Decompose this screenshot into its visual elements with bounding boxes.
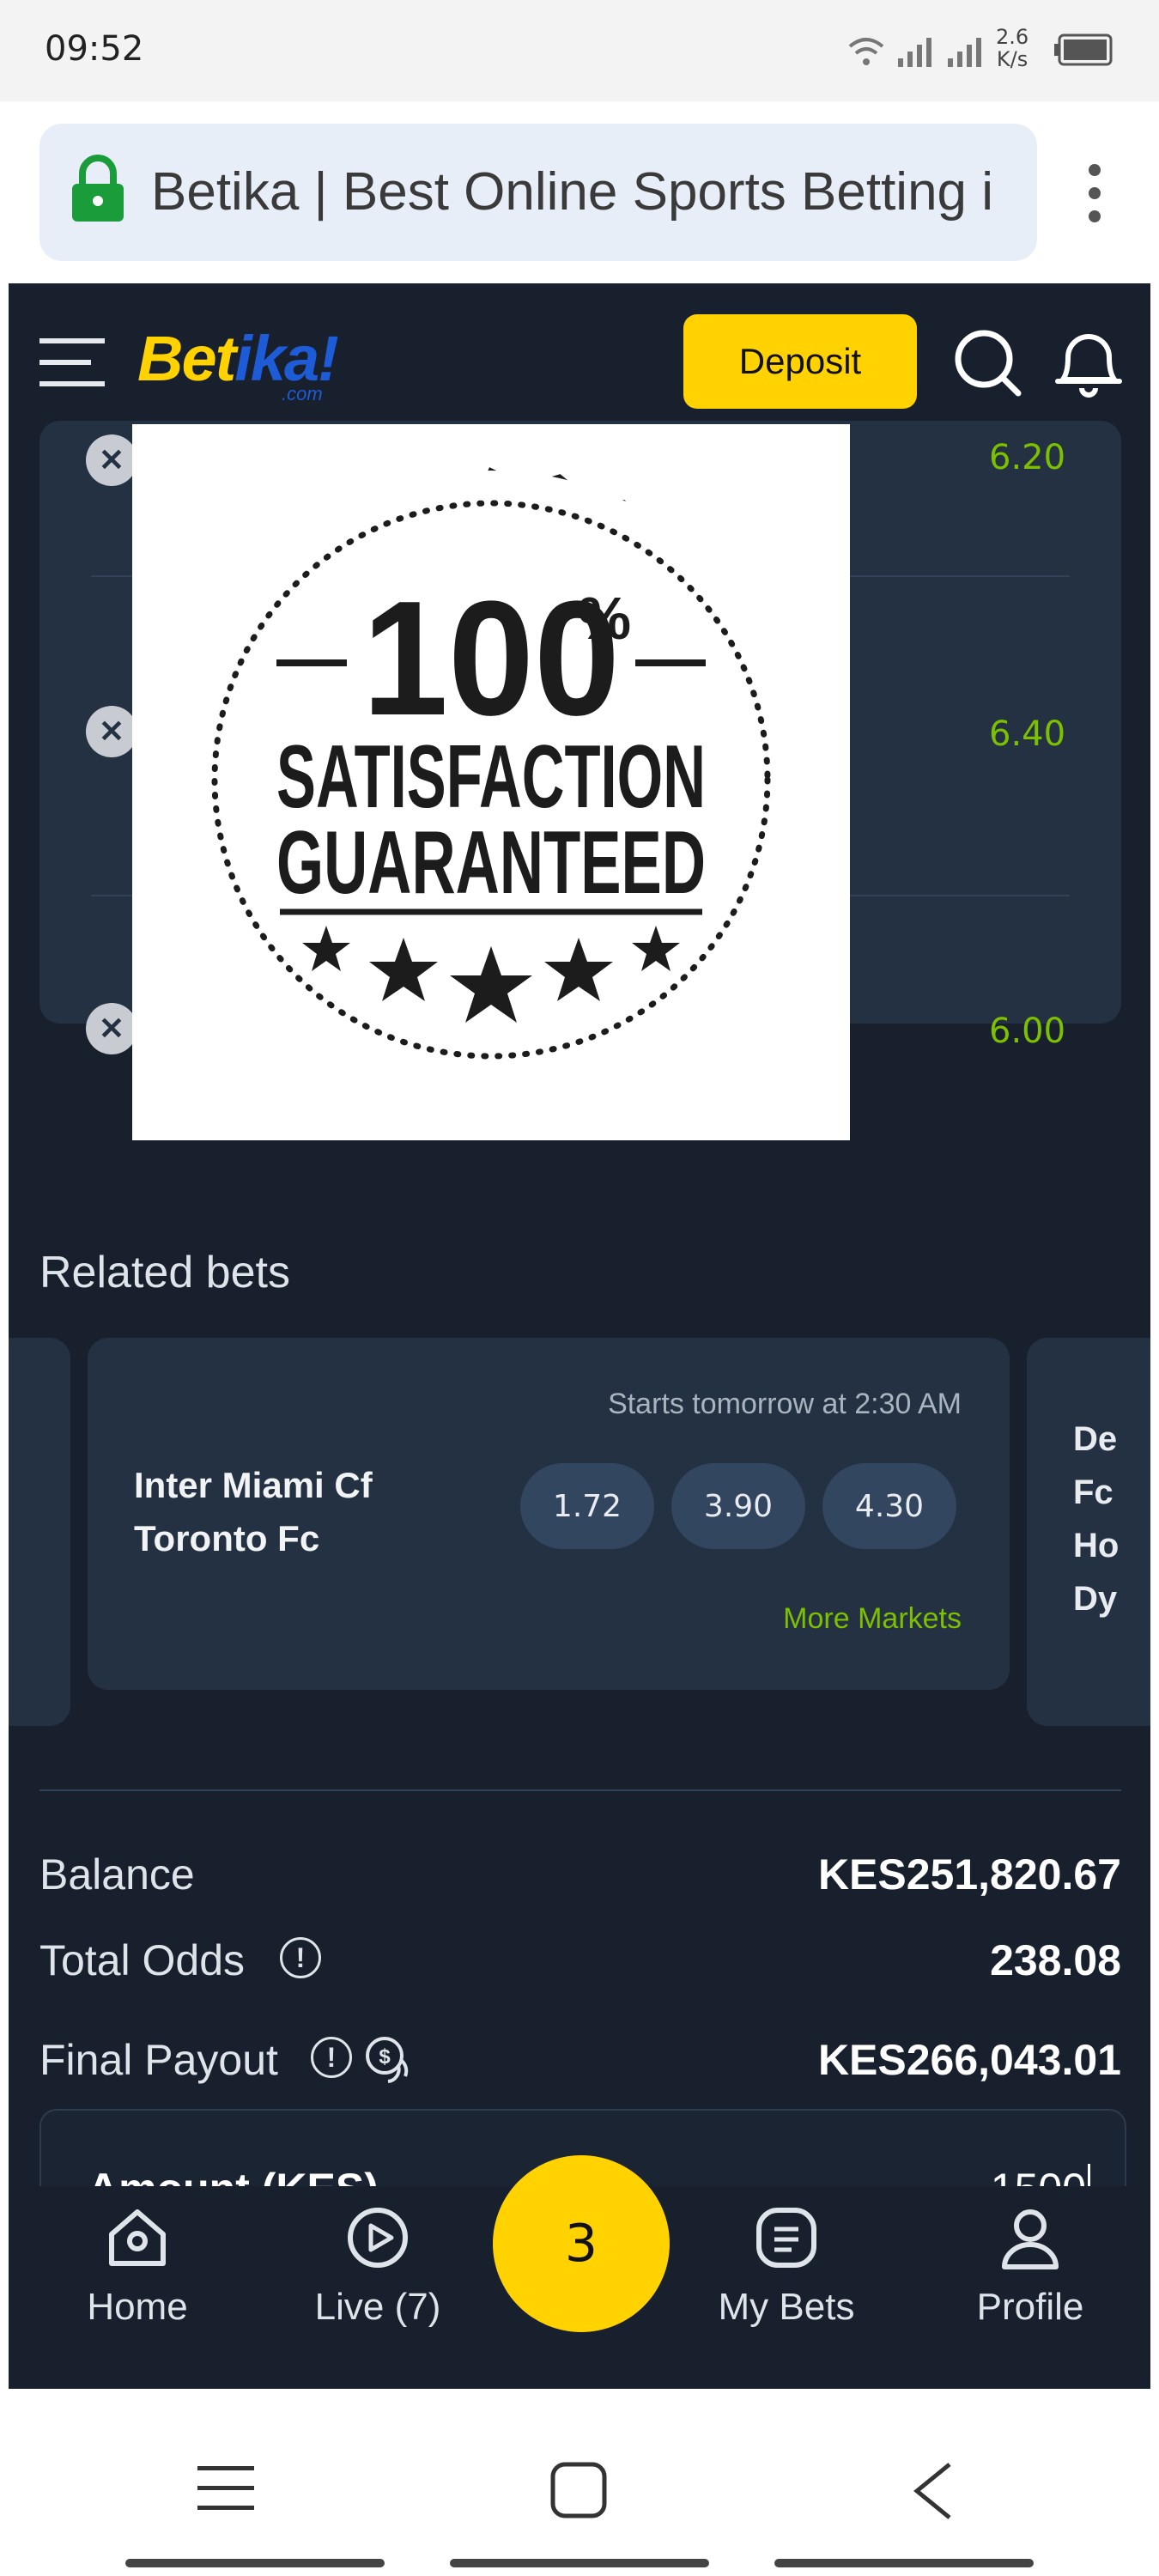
app-header: Betika! .com Deposit xyxy=(9,283,1150,429)
next-card-text: Dy xyxy=(1073,1580,1118,1618)
selection-odds: 6.00 xyxy=(989,1012,1066,1051)
network-speed-unit: K/s xyxy=(996,47,1029,71)
odds-button-draw[interactable]: 3.90 xyxy=(671,1463,805,1549)
logo-text-bet: Bet xyxy=(137,323,236,394)
balance-label: Balance xyxy=(39,1850,195,1899)
gesture-bar xyxy=(125,2559,385,2567)
lock-icon xyxy=(72,155,124,222)
next-card-text: Fc xyxy=(1073,1473,1113,1511)
next-card-text: Ho xyxy=(1073,1527,1120,1564)
final-payout-label: Final Payout xyxy=(39,2036,278,2084)
gesture-bar xyxy=(450,2559,709,2567)
related-bet-card-prev[interactable] xyxy=(9,1338,70,1726)
status-time: 09:52 xyxy=(45,29,144,69)
odds-button-home[interactable]: 1.72 xyxy=(520,1463,654,1549)
url-title: Betika | Best Online Sports Betting i xyxy=(151,162,994,222)
badge-line2: GUARANTEED xyxy=(276,813,706,913)
related-bets-title: Related bets xyxy=(39,1248,290,1297)
balance-value: KES251,820.67 xyxy=(817,1850,1121,1899)
satisfaction-guaranteed-popup[interactable]: 100 % SATISFACTION GUARANTEED xyxy=(132,424,850,1140)
back-icon[interactable] xyxy=(910,2461,955,2521)
final-payout-info-icon[interactable]: ! xyxy=(311,2037,352,2078)
home-icon xyxy=(109,2209,166,2266)
nav-home-label: Home xyxy=(87,2286,188,2328)
badge-percent: % xyxy=(578,585,631,652)
home-button-icon[interactable] xyxy=(549,2461,608,2519)
signal-icon-2 xyxy=(948,38,981,67)
status-bar: 09:52 2.6 K/s xyxy=(0,0,1159,101)
next-card-text: De xyxy=(1073,1420,1118,1458)
notification-bell-icon[interactable] xyxy=(1053,323,1125,402)
nav-profile-label: Profile xyxy=(976,2286,1084,2328)
total-odds-value: 238.08 xyxy=(990,1936,1121,1984)
betslip-count-button[interactable]: 3 xyxy=(493,2155,670,2332)
total-odds-info-icon[interactable]: ! xyxy=(280,1937,321,1978)
nav-live-label: Live (7) xyxy=(314,2286,441,2328)
satisfaction-badge-image: 100 % SATISFACTION GUARANTEED xyxy=(182,467,800,1089)
battery-icon xyxy=(1054,33,1113,66)
payout-coins-icon[interactable]: $ xyxy=(364,2035,416,2087)
home-team-name: Inter Miami Cf xyxy=(134,1465,373,1505)
network-speed-value: 2.6 xyxy=(996,25,1029,49)
final-payout-value: KES266,043.01 xyxy=(817,2036,1121,2084)
svg-text:$: $ xyxy=(379,2045,391,2069)
hamburger-menu-icon[interactable] xyxy=(39,337,105,388)
related-bet-card-next[interactable]: De Fc Ho Dy xyxy=(1027,1338,1150,1726)
summary-divider xyxy=(39,1789,1121,1791)
more-markets-link[interactable]: More Markets xyxy=(783,1602,962,1636)
betika-app: Betika! .com Deposit ✕ ✕ ✕ 6.20 6.40 6.0… xyxy=(9,283,1150,2389)
nav-profile[interactable]: Profile xyxy=(944,2203,1116,2329)
deposit-button[interactable]: Deposit xyxy=(683,314,917,409)
my-bets-icon xyxy=(756,2208,816,2268)
selection-odds: 6.40 xyxy=(989,714,1066,754)
selection-odds: 6.20 xyxy=(989,438,1066,477)
remove-selection-button[interactable]: ✕ xyxy=(86,706,137,757)
remove-selection-button[interactable]: ✕ xyxy=(86,434,137,486)
search-icon[interactable] xyxy=(951,326,1023,398)
browser-menu-icon[interactable] xyxy=(1080,163,1109,223)
nav-home[interactable]: Home xyxy=(52,2203,223,2329)
remove-selection-button[interactable]: ✕ xyxy=(86,1003,137,1054)
logo-domain: .com xyxy=(282,383,323,404)
match-start-time: Starts tomorrow at 2:30 AM xyxy=(608,1388,962,1420)
system-navigation-bar xyxy=(0,2389,1159,2576)
nav-live[interactable]: Live (7) xyxy=(292,2203,464,2329)
gesture-bar xyxy=(774,2559,1034,2567)
recent-apps-icon[interactable] xyxy=(197,2463,254,2514)
profile-icon xyxy=(1002,2209,1059,2269)
away-team-name: Toronto Fc xyxy=(134,1518,320,1558)
live-play-icon xyxy=(348,2208,408,2268)
related-bet-card[interactable]: Starts tomorrow at 2:30 AM Inter Miami C… xyxy=(88,1338,1010,1690)
wifi-icon xyxy=(848,38,884,65)
total-odds-label: Total Odds xyxy=(39,1936,246,1984)
signal-icon-1 xyxy=(898,38,931,67)
nav-my-bets[interactable]: My Bets xyxy=(701,2203,872,2329)
network-speed: 2.6 K/s xyxy=(996,26,1029,70)
badge-line1: SATISFACTION xyxy=(276,727,706,827)
odds-button-away[interactable]: 4.30 xyxy=(822,1463,956,1549)
nav-my-bets-label: My Bets xyxy=(718,2286,855,2328)
